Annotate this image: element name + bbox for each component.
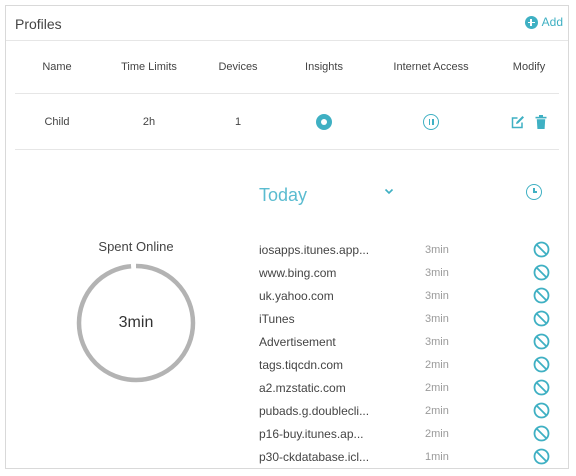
site-name: pubads.g.doublecli... <box>259 403 370 418</box>
column-header-insights: Insights <box>305 61 343 73</box>
column-header-time-limits: Time Limits <box>121 61 177 73</box>
spent-online-label: Spent Online <box>98 239 174 254</box>
chevron-down-icon[interactable] <box>384 188 394 195</box>
column-header-name: Name <box>42 61 72 73</box>
column-header-internet-access: Internet Access <box>393 61 469 73</box>
internet-access-cell <box>375 94 487 149</box>
list-item: p16-buy.itunes.ap... 2min <box>259 422 559 445</box>
panel-header: Profiles Add <box>6 6 568 41</box>
table-row: Child 2h 1 <box>15 94 559 150</box>
edit-icon[interactable] <box>511 115 525 129</box>
block-icon[interactable] <box>533 379 550 396</box>
site-time: 3min <box>425 243 449 256</box>
list-item: iosapps.itunes.app... 3min <box>259 238 559 261</box>
block-icon[interactable] <box>533 310 550 327</box>
list-item: uk.yahoo.com 3min <box>259 284 559 307</box>
add-profile-button[interactable]: Add <box>524 15 563 29</box>
site-name: www.bing.com <box>259 265 337 280</box>
site-name: a2.mzstatic.com <box>259 380 346 395</box>
profiles-panel: Profiles Add Name Time Limits Devices In… <box>5 5 569 469</box>
block-icon[interactable] <box>533 287 550 304</box>
site-time: 3min <box>425 266 449 279</box>
list-item: www.bing.com 3min <box>259 261 559 284</box>
site-time: 1min <box>425 450 449 463</box>
table-header: Name Time Limits Devices Insights Intern… <box>15 41 559 94</box>
site-name: Advertisement <box>259 334 336 349</box>
total-time: 3min <box>118 314 154 331</box>
block-icon[interactable] <box>533 448 550 465</box>
site-name: p30-ckdatabase.icl... <box>259 449 370 464</box>
list-item: a2.mzstatic.com 2min <box>259 376 559 399</box>
site-time: 2min <box>425 404 449 417</box>
insights-cell <box>283 94 365 149</box>
site-time: 3min <box>425 335 449 348</box>
site-time: 2min <box>425 427 449 440</box>
plus-circle-icon <box>524 15 538 29</box>
block-icon[interactable] <box>533 402 550 419</box>
add-label: Add <box>541 15 563 29</box>
site-name: iosapps.itunes.app... <box>259 242 370 257</box>
site-time: 2min <box>425 358 449 371</box>
list-item: Advertisement 3min <box>259 330 559 353</box>
site-list: iosapps.itunes.app... 3min www.bing.com 3mi… <box>259 238 559 468</box>
site-name: tags.tiqcdn.com <box>259 357 344 372</box>
block-icon[interactable] <box>533 333 550 350</box>
site-name: iTunes <box>259 311 295 326</box>
period-label: Today <box>259 185 308 205</box>
page-title: Profiles <box>15 16 62 32</box>
block-icon[interactable] <box>533 356 550 373</box>
trash-icon[interactable] <box>535 114 547 129</box>
site-time: 2min <box>425 381 449 394</box>
site-name: uk.yahoo.com <box>259 288 334 303</box>
site-time: 3min <box>425 289 449 302</box>
profile-devices: 1 <box>234 115 242 128</box>
pause-icon[interactable] <box>423 113 439 130</box>
modify-cell <box>495 94 563 149</box>
block-icon[interactable] <box>533 425 550 442</box>
list-item: pubads.g.doublecli... 2min <box>259 399 559 422</box>
profile-name: Child <box>44 115 70 128</box>
eye-icon[interactable] <box>316 113 332 130</box>
list-item: iTunes 3min <box>259 307 559 330</box>
profile-time-limit: 2h <box>142 115 156 128</box>
block-icon[interactable] <box>533 241 550 258</box>
site-time: 3min <box>425 312 449 325</box>
clock-icon[interactable] <box>526 184 542 200</box>
column-header-modify: Modify <box>512 61 546 73</box>
site-name: p16-buy.itunes.ap... <box>259 426 364 441</box>
list-item: p30-ckdatabase.icl... 1min <box>259 445 559 468</box>
block-icon[interactable] <box>533 264 550 281</box>
column-header-devices: Devices <box>218 61 258 73</box>
list-item: tags.tiqcdn.com 2min <box>259 353 559 376</box>
